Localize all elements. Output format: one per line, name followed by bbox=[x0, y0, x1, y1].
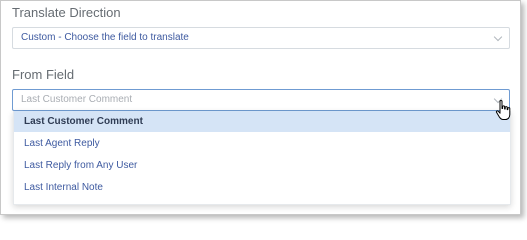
from-field-label: From Field bbox=[12, 67, 75, 82]
from-field-placeholder: Last Customer Comment bbox=[21, 94, 133, 105]
translate-direction-value: Custom - Choose the field to translate bbox=[21, 32, 189, 43]
dropdown-option-last-reply-any-user[interactable]: Last Reply from Any User bbox=[14, 155, 510, 176]
dropdown-option-last-internal-note[interactable]: Last Internal Note bbox=[14, 177, 510, 198]
pointer-hand-icon bbox=[495, 99, 511, 120]
translate-direction-select[interactable]: Custom - Choose the field to translate bbox=[12, 27, 510, 49]
from-field-dropdown: Last Customer Comment Last Agent Reply L… bbox=[13, 111, 511, 205]
dropdown-option-last-customer-comment[interactable]: Last Customer Comment bbox=[14, 111, 510, 132]
translate-settings-panel: Translate Direction Custom - Choose the … bbox=[0, 0, 521, 215]
dropdown-option-last-agent-reply[interactable]: Last Agent Reply bbox=[14, 133, 510, 154]
chevron-down-icon bbox=[493, 32, 503, 42]
translate-direction-label: Translate Direction bbox=[12, 5, 121, 20]
from-field-select[interactable]: Last Customer Comment bbox=[12, 89, 510, 111]
